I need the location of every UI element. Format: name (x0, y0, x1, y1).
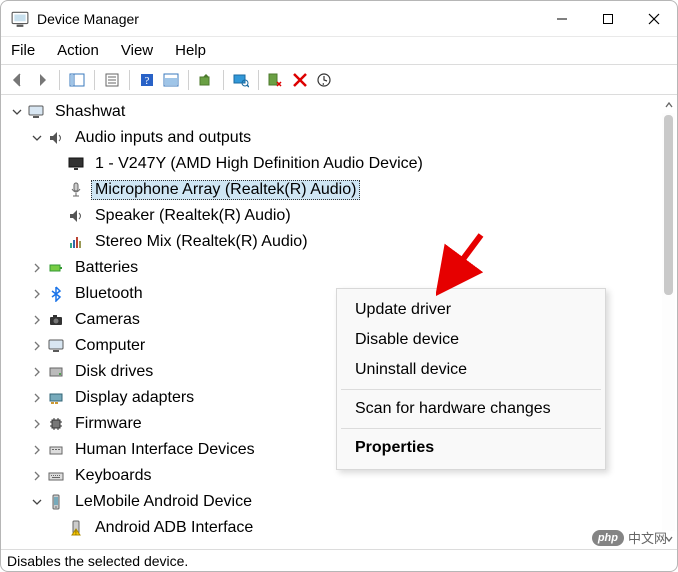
tree-category-audio[interactable]: Audio inputs and outputs (9, 125, 660, 151)
computer-icon (27, 103, 45, 121)
speaker-icon (47, 129, 65, 147)
chevron-right-icon[interactable] (29, 416, 45, 432)
computer-icon (47, 337, 65, 355)
watermark-logo: php (592, 530, 624, 546)
status-bar: Disables the selected device. (1, 549, 677, 571)
tree-node-label: Display adapters (71, 388, 198, 408)
enable-device-button[interactable] (313, 69, 335, 91)
context-menu-separator (341, 389, 601, 390)
scrollbar-thumb[interactable] (664, 115, 673, 295)
equalizer-icon (67, 233, 85, 251)
back-button[interactable] (7, 69, 29, 91)
tree-node-label: 1 - V247Y (AMD High Definition Audio Dev… (91, 154, 427, 174)
device-manager-window: Device Manager File Action View Help (0, 0, 678, 572)
bluetooth-icon (47, 285, 65, 303)
hid-icon (47, 441, 65, 459)
uninstall-device-button[interactable] (289, 69, 311, 91)
chevron-right-icon[interactable] (29, 390, 45, 406)
speaker-icon (67, 207, 85, 225)
tree-node-label: Human Interface Devices (71, 440, 259, 460)
chevron-right-icon[interactable] (29, 260, 45, 276)
status-text: Disables the selected device. (7, 553, 188, 569)
tree-node-label: Disk drives (71, 362, 157, 382)
disk-icon (47, 363, 65, 381)
toolbar: ? (1, 65, 677, 95)
chevron-down-icon[interactable] (9, 104, 25, 120)
tree-device-stereomix[interactable]: Stereo Mix (Realtek(R) Audio) (9, 229, 660, 255)
tree-node-label: Microphone Array (Realtek(R) Audio) (91, 180, 360, 200)
scroll-up-button[interactable] (661, 97, 676, 113)
maximize-button[interactable] (585, 2, 631, 36)
context-menu-scan-hardware[interactable]: Scan for hardware changes (339, 394, 603, 424)
tree-device-v247y[interactable]: 1 - V247Y (AMD High Definition Audio Dev… (9, 151, 660, 177)
tree-node-label: Bluetooth (71, 284, 147, 304)
properties-button[interactable] (101, 69, 123, 91)
disable-device-button[interactable] (265, 69, 287, 91)
close-button[interactable] (631, 2, 677, 36)
app-icon (11, 10, 29, 28)
tree-node-label: Firmware (71, 414, 146, 434)
chevron-right-icon[interactable] (29, 312, 45, 328)
tree-node-label: LeMobile Android Device (71, 492, 256, 512)
menu-action[interactable]: Action (53, 40, 103, 61)
tree-node-label: Stereo Mix (Realtek(R) Audio) (91, 232, 312, 252)
tree-category-batteries[interactable]: Batteries (9, 255, 660, 281)
context-menu-properties[interactable]: Properties (339, 433, 603, 463)
help-button[interactable]: ? (136, 69, 158, 91)
vertical-scrollbar[interactable] (660, 95, 677, 549)
menu-file[interactable]: File (7, 40, 39, 61)
context-menu-disable-device[interactable]: Disable device (339, 325, 603, 355)
context-menu-separator (341, 428, 601, 429)
tree-node-label: Batteries (71, 258, 142, 278)
display-adapter-icon (47, 389, 65, 407)
chevron-down-icon[interactable] (29, 494, 45, 510)
menu-bar: File Action View Help (1, 37, 677, 65)
tree-node-label: Speaker (Realtek(R) Audio) (91, 206, 295, 226)
svg-text:?: ? (145, 75, 150, 87)
tree-node-label: Cameras (71, 310, 144, 330)
forward-button[interactable] (31, 69, 53, 91)
window-title: Device Manager (37, 11, 139, 27)
context-menu: Update driver Disable device Uninstall d… (336, 288, 606, 470)
keyboard-icon (47, 467, 65, 485)
tree-device-speaker[interactable]: Speaker (Realtek(R) Audio) (9, 203, 660, 229)
watermark-text: 中文网 (628, 528, 667, 547)
menu-view[interactable]: View (117, 40, 157, 61)
warning-device-icon: ! (67, 519, 85, 537)
scrollbar-track[interactable] (662, 113, 675, 531)
chip-icon (47, 415, 65, 433)
tree-node-label: Computer (71, 336, 149, 356)
show-hide-tree-button[interactable] (66, 69, 88, 91)
monitor-icon (67, 155, 85, 173)
context-menu-update-driver[interactable]: Update driver (339, 295, 603, 325)
tree-root-node[interactable]: Shashwat (9, 99, 660, 125)
camera-icon (47, 311, 65, 329)
battery-icon (47, 259, 65, 277)
scan-hardware-button[interactable] (230, 69, 252, 91)
tree-node-label: Shashwat (51, 102, 129, 122)
menu-help[interactable]: Help (171, 40, 210, 61)
chevron-down-icon[interactable] (29, 130, 45, 146)
microphone-icon (67, 181, 85, 199)
tree-node-label: Audio inputs and outputs (71, 128, 255, 148)
watermark: php 中文网 (592, 528, 667, 547)
chevron-right-icon[interactable] (29, 364, 45, 380)
title-bar: Device Manager (1, 1, 677, 37)
tree-node-label: Keyboards (71, 466, 156, 486)
chevron-right-icon[interactable] (29, 338, 45, 354)
tree-device-microphone[interactable]: Microphone Array (Realtek(R) Audio) (9, 177, 660, 203)
context-menu-uninstall-device[interactable]: Uninstall device (339, 355, 603, 385)
update-driver-button[interactable] (195, 69, 217, 91)
tree-device-android-adb[interactable]: ! Android ADB Interface (9, 515, 660, 541)
chevron-right-icon[interactable] (29, 286, 45, 302)
chevron-right-icon[interactable] (29, 442, 45, 458)
tree-category-lemobile[interactable]: LeMobile Android Device (9, 489, 660, 515)
tree-node-label: Android ADB Interface (91, 518, 257, 538)
device-tree-pane: Shashwat Audio inputs and outputs 1 - V2… (1, 95, 677, 549)
chevron-right-icon[interactable] (29, 468, 45, 484)
minimize-button[interactable] (539, 2, 585, 36)
phone-icon (47, 493, 65, 511)
action-options-button[interactable] (160, 69, 182, 91)
